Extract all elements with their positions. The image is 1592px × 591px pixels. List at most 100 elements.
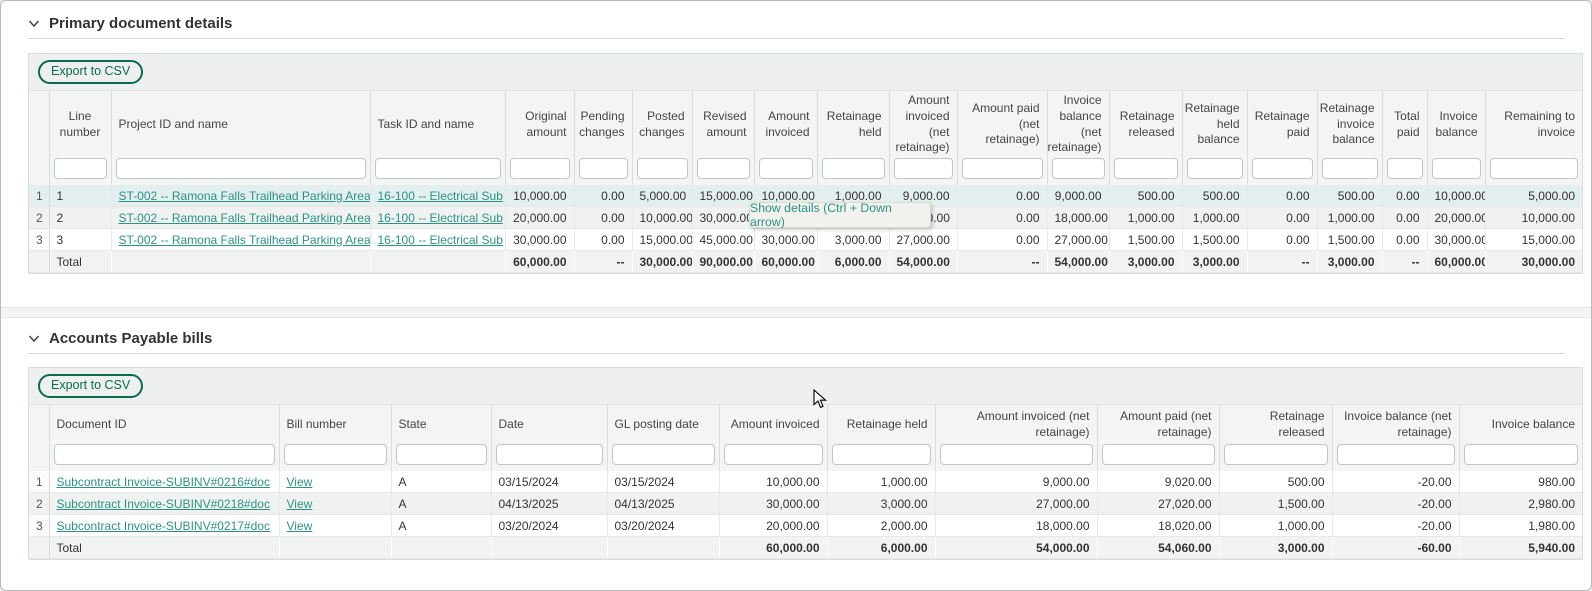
export-to-csv-button[interactable]: Export to CSV [38,60,143,84]
column-header-amount-invoiced-net[interactable]: Amount invoiced (net retainage) [889,91,957,185]
column-filter-input[interactable] [1322,158,1378,179]
column-header-document-id[interactable]: Document ID [49,405,279,471]
column-filter-input[interactable] [510,158,570,179]
column-label: Amount invoiced [762,109,810,140]
column-filter-input[interactable] [1432,158,1481,179]
table-cell: 1,000.00 [1109,207,1182,229]
column-filter-input[interactable] [697,158,750,179]
column-filter-input[interactable] [1387,158,1423,179]
column-filter-input[interactable] [375,158,501,179]
chevron-down-icon[interactable] [28,334,40,343]
column-header-retainage-invoice-balance[interactable]: Retainage invoice balance [1317,91,1382,185]
column-header-pending-changes[interactable]: Pending changes [574,91,632,185]
table-cell: -20.00 [1332,515,1459,537]
column-header-retainage-held[interactable]: Retainage held [817,91,889,185]
column-filter-input[interactable] [962,158,1043,179]
table-cell: 5,000.00 [632,185,692,207]
section-header-ap-bills[interactable]: Accounts Payable bills [28,318,1579,349]
column-filter-input[interactable] [1224,444,1328,465]
bill-number-link[interactable]: View [287,519,313,533]
project-link[interactable]: ST-002 -- Ramona Falls Trailhead Parking… [119,189,371,203]
column-header-retainage-held-balance[interactable]: Retainage held balance [1182,91,1247,185]
column-filter-input[interactable] [1490,158,1579,179]
row-number[interactable]: 3 [29,515,49,537]
column-filter-input[interactable] [1114,158,1178,179]
document-id-link[interactable]: Subcontract Invoice-SUBINV#0218#doc [57,497,270,511]
column-header-retainage-released[interactable]: Retainage released [1219,405,1332,471]
column-label: Invoice balance [1435,109,1478,140]
column-filter-input[interactable] [724,444,823,465]
column-filter-input[interactable] [759,158,813,179]
table-row[interactable]: 2 Subcontract Invoice-SUBINV#0218#doc View… [29,493,1582,515]
column-filter-input[interactable] [832,444,931,465]
row-number[interactable]: 3 [29,229,49,251]
row-number[interactable]: 1 [29,471,49,493]
column-filter-input[interactable] [1464,444,1579,465]
column-filter-input[interactable] [1337,444,1455,465]
column-header-invoice-balance[interactable]: Invoice balance [1427,91,1485,185]
column-header-amount-paid-net[interactable]: Amount paid (net retainage) [1097,405,1219,471]
column-header-amount-invoiced[interactable]: Amount invoiced [754,91,817,185]
column-header-revised-amount[interactable]: Revised amount [692,91,754,185]
row-number[interactable]: 2 [29,207,49,229]
column-header-gl-posting-date[interactable]: GL posting date [607,405,719,471]
column-header-state[interactable]: State [391,405,491,471]
column-header-retainage-paid[interactable]: Retainage paid [1247,91,1317,185]
column-header-date[interactable]: Date [491,405,607,471]
task-link[interactable]: 16-100 -- Electrical Sub [378,189,503,203]
column-filter-input[interactable] [1102,444,1215,465]
column-header-bill-number[interactable]: Bill number [279,405,391,471]
column-filter-input[interactable] [496,444,603,465]
column-filter-input[interactable] [54,158,107,179]
column-filter-input[interactable] [1052,158,1105,179]
table-cell: A [391,493,491,515]
column-header-amount-invoiced-net[interactable]: Amount invoiced (net retainage) [935,405,1097,471]
document-id-link[interactable]: Subcontract Invoice-SUBINV#0217#doc [57,519,270,533]
column-filter-input[interactable] [54,444,275,465]
column-filter-input[interactable] [1252,158,1313,179]
column-filter-input[interactable] [894,158,953,179]
bill-number-link[interactable]: View [287,497,313,511]
column-header-retainage-held[interactable]: Retainage held [827,405,935,471]
document-id-link[interactable]: Subcontract Invoice-SUBINV#0216#doc [57,475,270,489]
table-cell: 1,500.00 [1219,493,1332,515]
column-filter-input[interactable] [284,444,387,465]
column-header-posted-changes[interactable]: Posted changes [632,91,692,185]
column-filter-input[interactable] [579,158,628,179]
table-cell: 5,000.00 [1485,185,1582,207]
column-header-project[interactable]: Project ID and name [111,91,370,185]
task-link[interactable]: 16-100 -- Electrical Sub [378,211,503,225]
column-label: Invoice balance (net retainage) [1340,409,1452,440]
column-filter-input[interactable] [1187,158,1243,179]
project-link[interactable]: ST-002 -- Ramona Falls Trailhead Parking… [119,233,371,247]
column-header-remaining-to-invoice[interactable]: Remaining to invoice [1485,91,1582,185]
column-header-amount-invoiced[interactable]: Amount invoiced [719,405,827,471]
column-filter-input[interactable] [396,444,487,465]
table-row[interactable]: 33ST-002 -- Ramona Falls Trailhead Parki… [29,229,1582,251]
column-header-invoice-balance-net[interactable]: Invoice balance (net retainage) [1047,91,1109,185]
column-filter-input[interactable] [637,158,688,179]
export-to-csv-button[interactable]: Export to CSV [38,374,143,398]
table-row[interactable]: 1 Subcontract Invoice-SUBINV#0216#doc View… [29,471,1582,493]
row-number[interactable]: 2 [29,493,49,515]
row-number[interactable]: 1 [29,185,49,207]
section-header-primary[interactable]: Primary document details [28,1,1579,34]
column-header-invoice-balance-net[interactable]: Invoice balance (net retainage) [1332,405,1459,471]
column-filter-input[interactable] [116,158,366,179]
column-header-invoice-balance[interactable]: Invoice balance [1459,405,1582,471]
column-header-original-amount[interactable]: Original amount [505,91,574,185]
column-header-retainage-released[interactable]: Retainage released [1109,91,1182,185]
table-cell: 500.00 [1109,185,1182,207]
task-link[interactable]: 16-100 -- Electrical Sub [378,233,503,247]
bill-number-link[interactable]: View [287,475,313,489]
chevron-down-icon[interactable] [28,19,40,28]
column-header-amount-paid-net[interactable]: Amount paid (net retainage) [957,91,1047,185]
table-row[interactable]: 3 Subcontract Invoice-SUBINV#0217#doc View… [29,515,1582,537]
project-link[interactable]: ST-002 -- Ramona Falls Trailhead Parking… [119,211,371,225]
column-header-total-paid[interactable]: Total paid [1382,91,1427,185]
column-filter-input[interactable] [822,158,885,179]
column-header-task[interactable]: Task ID and name [370,91,505,185]
column-filter-input[interactable] [612,444,715,465]
column-header-line-number[interactable]: Line number [49,91,111,185]
column-filter-input[interactable] [940,444,1093,465]
